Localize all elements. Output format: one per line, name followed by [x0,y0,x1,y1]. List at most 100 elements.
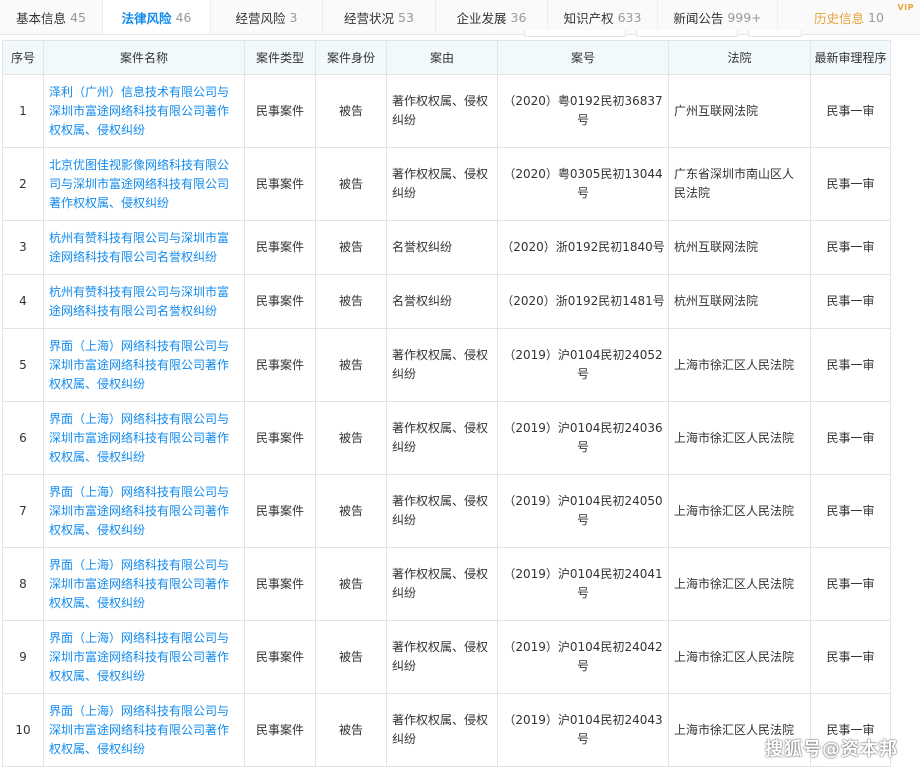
table-row: 10 界面（上海）网络科技有限公司与深圳市富途网络科技有限公司著作权权属、侵权纠… [2,693,891,767]
header-court: 法院 [668,40,811,75]
table-row: 4 杭州有赞科技有限公司与深圳市富途网络科技有限公司名誉权纠纷 民事案件 被告 … [2,274,891,329]
trial-stage: 民事一审 [810,147,891,221]
case-name-link[interactable]: 界面（上海）网络科技有限公司与深圳市富途网络科技有限公司著作权权属、侵权纠纷 [43,547,245,621]
filter-dropdown[interactable] [524,30,626,37]
case-name-link[interactable]: 泽利（广州）信息技术有限公司与深圳市富途网络科技有限公司著作权权属、侵权纠纷 [43,74,245,148]
tab-history[interactable]: 历史信息 10 VIP [778,0,920,34]
table-row: 1 泽利（广州）信息技术有限公司与深圳市富途网络科技有限公司著作权权属、侵权纠纷… [2,74,891,148]
table-header-row: 序号 案件名称 案件类型 案件身份 案由 案号 法院 最新审理程序 [2,40,891,75]
case-role: 被告 [315,547,387,621]
tab-label: 经营风险 [235,10,286,26]
case-type: 民事案件 [244,693,316,767]
case-cause: 著作权权属、侵权纠纷 [386,147,498,221]
case-number: （2019）沪0104民初24050号 [497,474,669,548]
case-type: 民事案件 [244,274,316,329]
table-row: 9 界面（上海）网络科技有限公司与深圳市富途网络科技有限公司著作权权属、侵权纠纷… [2,620,891,694]
court-name: 广东省深圳市南山区人民法院 [668,147,811,221]
case-name-link[interactable]: 界面（上海）网络科技有限公司与深圳市富途网络科技有限公司著作权权属、侵权纠纷 [43,693,245,767]
case-name-link[interactable]: 界面（上海）网络科技有限公司与深圳市富途网络科技有限公司著作权权属、侵权纠纷 [43,401,245,475]
filter-dropdown[interactable] [748,30,802,37]
case-cause: 著作权权属、侵权纠纷 [386,401,498,475]
case-table: 序号 案件名称 案件类型 案件身份 案由 案号 法院 最新审理程序 1 泽利（广… [2,40,891,767]
case-type: 民事案件 [244,328,316,402]
trial-stage: 民事一审 [810,328,891,402]
header-case-type: 案件类型 [244,40,316,75]
vip-badge: VIP [897,3,914,12]
case-type: 民事案件 [244,220,316,275]
tab-label: 企业发展 [456,10,507,26]
row-index: 7 [2,474,44,548]
tab-count: 46 [175,9,192,25]
tab-count: 633 [617,9,642,25]
tab-development[interactable]: 企业发展 36 [436,0,548,34]
table-row: 8 界面（上海）网络科技有限公司与深圳市富途网络科技有限公司著作权权属、侵权纠纷… [2,547,891,621]
case-number: （2020）浙0192民初1481号 [497,274,669,329]
tab-label: 法律风险 [121,10,172,26]
row-index: 10 [2,693,44,767]
court-name: 上海市徐汇区人民法院 [668,474,811,548]
case-name-link[interactable]: 界面（上海）网络科技有限公司与深圳市富途网络科技有限公司著作权权属、侵权纠纷 [43,620,245,694]
case-name-link[interactable]: 杭州有赞科技有限公司与深圳市富途网络科技有限公司名誉权纠纷 [43,274,245,329]
case-name-link[interactable]: 界面（上海）网络科技有限公司与深圳市富途网络科技有限公司著作权权属、侵权纠纷 [43,474,245,548]
case-role: 被告 [315,220,387,275]
case-number: （2020）粤0305民初13044号 [497,147,669,221]
header-index: 序号 [2,40,44,75]
header-stage: 最新审理程序 [810,40,891,75]
case-number: （2019）沪0104民初24036号 [497,401,669,475]
tab-legal-risk[interactable]: 法律风险 46 [103,0,211,34]
tab-label: 基本信息 [16,10,67,26]
header-case-number: 案号 [497,40,669,75]
tab-news[interactable]: 新闻公告 999+ [658,0,778,34]
row-index: 9 [2,620,44,694]
tab-label: 新闻公告 [673,10,724,26]
tab-intellectual-property[interactable]: 知识产权 633 [548,0,658,34]
case-role: 被告 [315,401,387,475]
trial-stage: 民事一审 [810,220,891,275]
tab-label: 知识产权 [563,10,614,26]
filter-dropdown[interactable] [636,30,738,37]
table-row: 2 北京优图佳视影像网络科技有限公司与深圳市富途网络科技有限公司著作权权属、侵权… [2,147,891,221]
table-row: 5 界面（上海）网络科技有限公司与深圳市富途网络科技有限公司著作权权属、侵权纠纷… [2,328,891,402]
court-name: 上海市徐汇区人民法院 [668,620,811,694]
case-role: 被告 [315,147,387,221]
tab-count: 10 [868,9,884,25]
case-type: 民事案件 [244,620,316,694]
trial-stage: 民事一审 [810,620,891,694]
tab-count: 53 [398,9,414,25]
tab-basic-info[interactable]: 基本信息 45 [0,0,103,34]
row-index: 6 [2,401,44,475]
case-name-link[interactable]: 杭州有赞科技有限公司与深圳市富途网络科技有限公司名誉权纠纷 [43,220,245,275]
row-index: 2 [2,147,44,221]
case-role: 被告 [315,693,387,767]
court-name: 上海市徐汇区人民法院 [668,547,811,621]
trial-stage: 民事一审 [810,74,891,148]
tab-business-risk[interactable]: 经营风险 3 [211,0,323,34]
court-name: 杭州互联网法院 [668,220,811,275]
case-type: 民事案件 [244,547,316,621]
trial-stage: 民事一审 [810,547,891,621]
row-index: 3 [2,220,44,275]
tab-count: 3 [289,9,298,25]
watermark: 搜狐号@资本邦 [765,739,898,760]
tab-label: 历史信息 [814,10,865,26]
court-name: 上海市徐汇区人民法院 [668,328,811,402]
tab-label: 经营状况 [344,10,395,26]
case-name-link[interactable]: 北京优图佳视影像网络科技有限公司与深圳市富途网络科技有限公司著作权权属、侵权纠纷 [43,147,245,221]
case-cause: 名誉权纠纷 [386,220,498,275]
case-name-link[interactable]: 界面（上海）网络科技有限公司与深圳市富途网络科技有限公司著作权权属、侵权纠纷 [43,328,245,402]
tab-count: 36 [510,9,527,25]
tab-count: 999+ [727,9,762,25]
case-cause: 著作权权属、侵权纠纷 [386,474,498,548]
row-index: 1 [2,74,44,148]
tab-business-status[interactable]: 经营状况 53 [323,0,436,34]
row-index: 4 [2,274,44,329]
case-number: （2020）浙0192民初1840号 [497,220,669,275]
header-cause: 案由 [386,40,498,75]
trial-stage: 民事一审 [810,274,891,329]
case-table-container: 序号 案件名称 案件类型 案件身份 案由 案号 法院 最新审理程序 1 泽利（广… [2,40,891,767]
court-name: 杭州互联网法院 [668,274,811,329]
case-cause: 名誉权纠纷 [386,274,498,329]
case-number: （2019）沪0104民初24042号 [497,620,669,694]
case-type: 民事案件 [244,147,316,221]
case-cause: 著作权权属、侵权纠纷 [386,620,498,694]
